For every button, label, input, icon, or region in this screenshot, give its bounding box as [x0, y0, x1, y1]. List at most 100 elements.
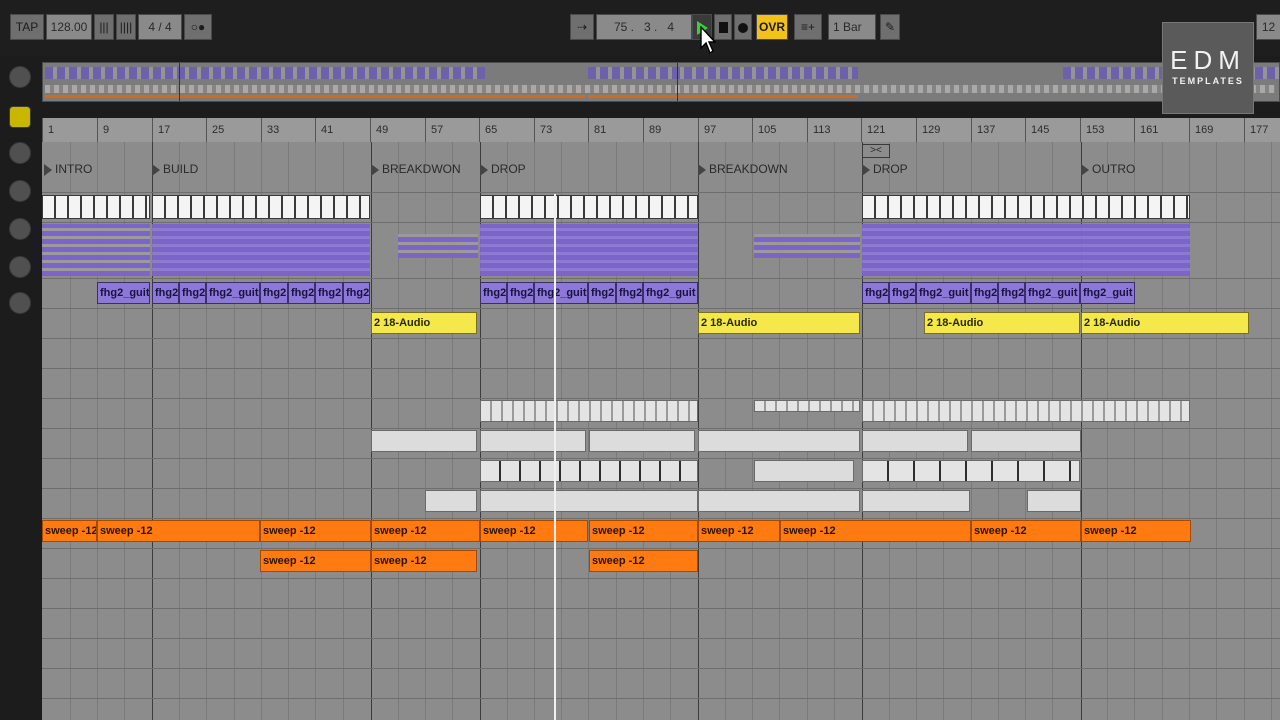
tap-button[interactable]: TAP	[10, 14, 44, 40]
nudge-down-icon[interactable]: |||	[94, 14, 114, 40]
clip-grey[interactable]	[589, 430, 695, 452]
arrangement-view-icon[interactable]	[9, 106, 31, 128]
clip-guitar[interactable]: fhg2_guit	[1080, 282, 1135, 304]
clip-sweep[interactable]: sweep -12	[260, 520, 371, 542]
clip-grey[interactable]	[754, 460, 854, 482]
clip-white[interactable]	[42, 195, 150, 219]
record-button[interactable]	[734, 14, 752, 40]
pencil-icon[interactable]: ✎	[880, 14, 900, 40]
clip-midi[interactable]	[42, 224, 150, 276]
clip-guitar[interactable]: fhg2	[288, 282, 315, 304]
clip-white[interactable]	[862, 195, 1190, 219]
clip-white[interactable]	[152, 195, 370, 219]
clip-grey[interactable]	[862, 430, 968, 452]
locator-breakdwon[interactable]: BREAKDWON	[371, 162, 461, 176]
clip-guitar[interactable]: fhg2_guit	[1025, 282, 1080, 304]
clip-guitar[interactable]: fhg2	[260, 282, 288, 304]
clip-sweep[interactable]: sweep -12	[480, 520, 588, 542]
clip-guitar[interactable]: fhg2	[315, 282, 343, 304]
clip-midi[interactable]	[754, 234, 860, 258]
browser-toggle-icon[interactable]	[9, 66, 31, 88]
clip-guitar[interactable]: fhg2	[343, 282, 370, 304]
locator-marker-icon	[698, 163, 706, 176]
clip-guitar[interactable]: fhg2_guit	[97, 282, 150, 304]
clip-guitar[interactable]: fhg2	[507, 282, 534, 304]
lock-icon-3[interactable]	[9, 256, 31, 278]
clip-guitar[interactable]: fhg2	[998, 282, 1025, 304]
locator-build[interactable]: BUILD	[152, 162, 198, 176]
clip-sweep[interactable]: sweep -12	[260, 550, 371, 572]
clip-sweep[interactable]: sweep -12	[589, 550, 698, 572]
clip-grey[interactable]	[480, 430, 586, 452]
quantize-select[interactable]: 1 Bar	[828, 14, 876, 40]
clip-sweep[interactable]: sweep -12	[371, 550, 477, 572]
track-divider	[42, 668, 1280, 669]
arrangement-overview[interactable]	[42, 62, 1280, 102]
nudge-up-icon[interactable]: ||||	[116, 14, 136, 40]
locator-breakdown[interactable]: BREAKDOWN	[698, 162, 788, 176]
clip-guitar[interactable]: fhg2	[889, 282, 916, 304]
clip-grey[interactable]	[698, 430, 860, 452]
loop-brace-icon[interactable]: ><	[862, 144, 890, 158]
clip-grey[interactable]	[754, 400, 860, 412]
clip-grey[interactable]	[1027, 490, 1081, 512]
clip-guitar[interactable]: fhg2_guit	[534, 282, 588, 304]
draw-mode-icon[interactable]: ≡+	[794, 14, 822, 40]
clip-grey[interactable]	[862, 460, 1080, 482]
lock-icon[interactable]	[9, 180, 31, 202]
clip-sweep[interactable]: sweep -12	[698, 520, 780, 542]
metronome-icon[interactable]: ○●	[184, 14, 212, 40]
clip-midi[interactable]	[152, 224, 370, 276]
tempo-field[interactable]: 128.00	[46, 14, 92, 40]
arrangement-grid[interactable]: INTRO BUILD BREAKDWON DROP BREAKDOWN DRO…	[42, 142, 1280, 720]
clip-sweep[interactable]: sweep -12	[42, 520, 97, 542]
stop-button[interactable]	[714, 14, 732, 40]
speaker-icon[interactable]	[9, 142, 31, 164]
clip-sweep[interactable]: sweep -12	[371, 520, 480, 542]
ovr-button[interactable]: OVR	[756, 14, 788, 40]
clip-sweep[interactable]: sweep -12	[971, 520, 1081, 542]
clip-grey[interactable]	[862, 400, 1190, 422]
clip-white[interactable]	[480, 195, 698, 219]
clip-guitar[interactable]: fhg2_guit	[916, 282, 971, 304]
locator-intro[interactable]: INTRO	[44, 162, 92, 176]
locator-drop[interactable]: DROP	[480, 162, 526, 176]
clip-guitar[interactable]: fhg2	[480, 282, 507, 304]
clip-audio[interactable]: 2 18-Audio	[698, 312, 860, 334]
clip-guitar[interactable]: fhg2	[179, 282, 206, 304]
clip-sweep[interactable]: sweep -12	[97, 520, 260, 542]
clip-grey[interactable]	[371, 430, 477, 452]
clip-guitar[interactable]: fhg2	[152, 282, 179, 304]
clip-grey[interactable]	[425, 490, 477, 512]
locator-drop-2[interactable]: DROP	[862, 162, 908, 176]
time-signature-field[interactable]: 4 / 4	[138, 14, 182, 40]
clip-guitar[interactable]: fhg2	[862, 282, 889, 304]
clip-audio[interactable]: 2 18-Audio	[1081, 312, 1249, 334]
clip-midi[interactable]	[480, 224, 698, 276]
clip-sweep[interactable]: sweep -12	[589, 520, 698, 542]
clip-sweep[interactable]: sweep -12	[1081, 520, 1191, 542]
lock-icon-2[interactable]	[9, 218, 31, 240]
locator-outro[interactable]: OUTRO	[1081, 162, 1135, 176]
clip-sweep[interactable]: sweep -12	[780, 520, 971, 542]
bar-ruler[interactable]: 1 9 17 25 33 41 49 57 65 73 81 89 97 105…	[42, 118, 1280, 142]
clip-grey[interactable]	[971, 430, 1081, 452]
ruler-tick: 121	[867, 124, 886, 136]
loop-icon[interactable]	[9, 292, 31, 314]
clip-guitar[interactable]: fhg2_guit	[206, 282, 260, 304]
clip-audio[interactable]: 2 18-Audio	[371, 312, 477, 334]
clip-grey[interactable]	[480, 490, 698, 512]
clip-grey[interactable]	[480, 460, 698, 482]
clip-midi[interactable]	[862, 224, 1190, 276]
clip-grey[interactable]	[862, 490, 970, 512]
clip-guitar[interactable]: fhg2	[971, 282, 998, 304]
clip-grey[interactable]	[480, 400, 698, 422]
clip-guitar[interactable]: fhg2	[588, 282, 616, 304]
clip-guitar[interactable]: fhg2	[616, 282, 643, 304]
song-position-field[interactable]: 75 . 3 . 4	[596, 14, 692, 40]
clip-audio[interactable]: 2 18-Audio	[924, 312, 1080, 334]
clip-grey[interactable]	[698, 490, 860, 512]
clip-midi[interactable]	[398, 234, 478, 258]
clip-guitar[interactable]: fhg2_guit	[643, 282, 698, 304]
follow-icon[interactable]: ⇢	[570, 14, 594, 40]
